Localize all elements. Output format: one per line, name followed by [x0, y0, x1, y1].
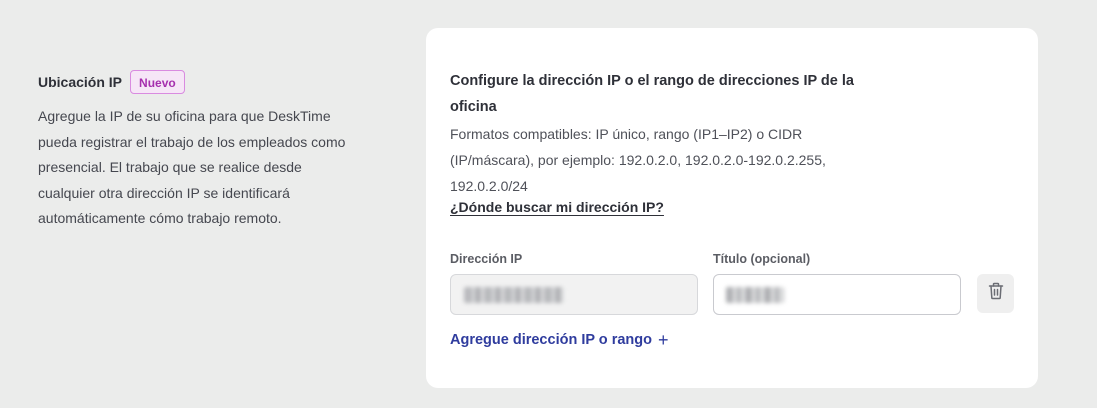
find-ip-help-link[interactable]: ¿Dónde buscar mi dirección IP? — [450, 199, 664, 215]
ip-address-redacted-value — [464, 287, 564, 303]
ip-config-card: Configure la dirección IP o el rango de … — [426, 28, 1038, 388]
new-badge: Nuevo — [130, 70, 185, 94]
title-redacted-value — [726, 287, 784, 303]
trash-icon — [988, 282, 1004, 305]
section-description: Agregue la IP de su oficina para que Des… — [38, 108, 346, 226]
ip-address-label: Dirección IP — [450, 252, 523, 266]
ip-location-section: Ubicación IP Nuevo Agregue la IP de su o… — [38, 68, 358, 232]
delete-row-button[interactable] — [977, 274, 1014, 313]
section-header: Ubicación IP Nuevo — [38, 68, 358, 96]
title-label: Título (opcional) — [713, 252, 811, 266]
add-ip-range-link[interactable]: Agregue dirección IP o rango + — [450, 331, 668, 349]
card-title: Configure la dirección IP o el rango de … — [450, 73, 854, 115]
plus-icon: + — [657, 330, 669, 350]
add-ip-range-label: Agregue dirección IP o rango — [450, 332, 652, 348]
card-description: Formatos compatibles: IP único, rango (I… — [450, 126, 826, 194]
section-title: Ubicación IP — [38, 74, 123, 90]
